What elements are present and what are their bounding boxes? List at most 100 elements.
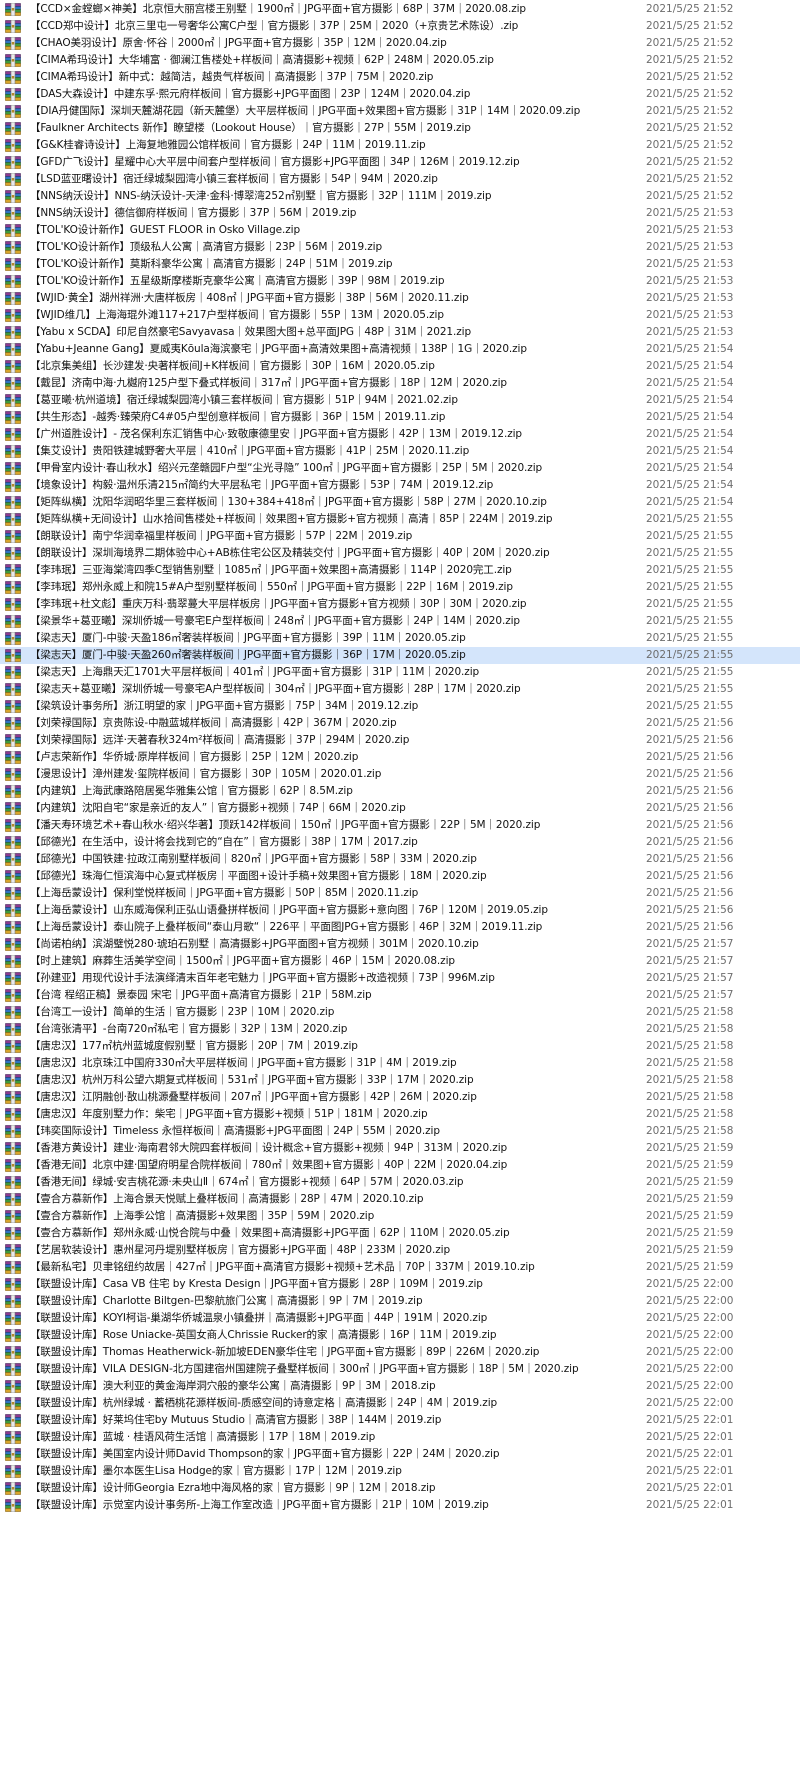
file-row[interactable]: 【DIA丹健国际】深圳天麓湖花园（新天麓堡）大平层样板间｜JPG平面+效果图+官… — [0, 103, 800, 120]
file-row[interactable]: 【上海岳蒙设计】山东威海保利正弘山语叠拼样板间｜JPG平面+官方摄影+意向图｜7… — [0, 902, 800, 919]
file-row[interactable]: 【联盟设计库】Thomas Heatherwick-新加坡EDEN豪华住宅｜JP… — [0, 1344, 800, 1361]
file-row[interactable]: 【TOL'KO设计新作】莫斯科豪华公寓｜高清官方摄影｜24P｜51M｜2019.… — [0, 256, 800, 273]
file-row[interactable]: 【联盟设计库】美国室内设计师David Thompson的家｜JPG平面+官方摄… — [0, 1446, 800, 1463]
file-row[interactable]: 【唐忠汉】江阴融创·敔山桃源叠墅样板间｜207㎡｜JPG平面+官方摄影｜42P｜… — [0, 1089, 800, 1106]
modified-date: 2021/5/25 21:56 — [646, 768, 734, 780]
file-row[interactable]: 【CCD郑中设计】北京三里屯一号奢华公寓C户型｜官方摄影｜37P｜25M｜202… — [0, 18, 800, 35]
file-row[interactable]: 【唐忠汉】北京珠江中国府330㎡大平层样板间｜JPG平面+官方摄影｜31P｜4M… — [0, 1055, 800, 1072]
file-row[interactable]: 【李玮珉】郑州永威上和院15#A户型别墅样板间｜550㎡｜JPG平面+官方摄影｜… — [0, 579, 800, 596]
file-row[interactable]: 【Yabu+Jeanne Gang】夏威夷Kōula海滨豪宅｜JPG平面+高清效… — [0, 341, 800, 358]
file-row[interactable]: 【壹合方慕新作】上海季公馆｜高清摄影+效果图｜35P｜59M｜2020.zip … — [0, 1208, 800, 1225]
file-row[interactable]: 【LSD蓝亚曙设计】宿迁绿城梨园湾小镇三套样板间｜官方摄影｜54P｜94M｜20… — [0, 171, 800, 188]
file-row[interactable]: 【唐忠汉】年度别墅力作：柴宅｜JPG平面+官方摄影+视频｜51P｜181M｜20… — [0, 1106, 800, 1123]
file-row[interactable]: 【邱德光】在生活中，设计将会找到它的“自在”｜官方摄影｜38P｜17M｜2017… — [0, 834, 800, 851]
file-row[interactable]: 【香港方黄设计】建业·海南君邻大院四套样板间｜设计概念+官方摄影+视频｜94P｜… — [0, 1140, 800, 1157]
file-row[interactable]: 【戴昆】济南中海·九樾府125户型下叠式样板间｜317㎡｜JPG平面+官方摄影｜… — [0, 375, 800, 392]
file-row[interactable]: 【甲骨室内设计·春山秋水】绍兴元垄赣园F户型“尘光寻隐” 100㎡｜JPG平面+… — [0, 460, 800, 477]
file-name: 【唐忠汉】年度别墅力作：柴宅｜JPG平面+官方摄影+视频｜51P｜181M｜20… — [30, 1108, 428, 1120]
file-row[interactable]: 【内建筑】上海武康路陪居冕华雅集公馆｜官方摄影｜62P｜8.5M.zip 202… — [0, 783, 800, 800]
file-row[interactable]: 【唐忠汉】杭州万科公望六期复式样板间｜531㎡｜JPG平面+官方摄影｜33P｜1… — [0, 1072, 800, 1089]
file-row[interactable]: 【梁筑设计事务所】浙江明望的家｜JPG平面+官方摄影｜75P｜34M｜2019.… — [0, 698, 800, 715]
file-row[interactable]: 【葛亚曦·杭州道境】宿迁绿城梨园湾小镇三套样板间｜官方摄影｜51P｜94M｜20… — [0, 392, 800, 409]
file-row[interactable]: 【孙建亚】用现代设计手法演绎清末百年老宅魅力｜JPG平面+官方摄影+改造视频｜7… — [0, 970, 800, 987]
file-row[interactable]: 【邱德光】中国铁建·拉政江南别墅样板间｜820㎡｜JPG平面+官方摄影｜58P｜… — [0, 851, 800, 868]
file-row[interactable]: 【集艾设计】贵阳铁建城野奢大平层｜410㎡｜JPG平面+官方摄影｜41P｜25M… — [0, 443, 800, 460]
file-row[interactable]: 【艺居软装设计】惠州星河丹堤别墅样板房｜官方摄影+JPG平面｜48P｜233M｜… — [0, 1242, 800, 1259]
file-row[interactable]: 【联盟设计库】墨尔本医生Lisa Hodge的家｜官方摄影｜17P｜12M｜20… — [0, 1463, 800, 1480]
file-row[interactable]: 【联盟设计库】澳大利亚的黄金海岸洞穴般的豪华公寓｜高清摄影｜9P｜3M｜2018… — [0, 1378, 800, 1395]
file-row[interactable]: 【梁志天+葛亚曦】深圳侨城一号豪宅A户型样板间｜304㎡｜JPG平面+官方摄影｜… — [0, 681, 800, 698]
file-row[interactable]: 【梁志天】上海鼎天汇1701大平层样板间｜401㎡｜JPG平面+官方摄影｜31P… — [0, 664, 800, 681]
file-row[interactable]: 【最新私宅】贝聿铭纽约故居｜427㎡｜JPG平面+高清官方摄影+视频+艺术品｜7… — [0, 1259, 800, 1276]
file-row[interactable]: 【李玮珉+杜文彪】重庆万科·翡翠蔓大平层样板房｜JPG平面+官方摄影+官方视频｜… — [0, 596, 800, 613]
file-row[interactable]: 【联盟设计库】蓝城 · 桂语风荷生活馆｜高清摄影｜17P｜18M｜2019.zi… — [0, 1429, 800, 1446]
file-row[interactable]: 【台湾工一设计】简单的生活｜官方摄影｜23P｜10M｜2020.zip 2021… — [0, 1004, 800, 1021]
modified-date: 2021/5/25 21:53 — [646, 224, 734, 236]
file-row[interactable]: 【GFD广飞设计】星耀中心大平层中间套户型样板间｜官方摄影+JPG平面图｜34P… — [0, 154, 800, 171]
file-row[interactable]: 【矩阵纵横+无间设计】山水拾间售楼处+样板间｜效果图+官方摄影+官方视频｜高清｜… — [0, 511, 800, 528]
file-row[interactable]: 【WJID·黄全】湖州祥洲·大唐样板房｜408㎡｜JPG平面+官方摄影｜38P｜… — [0, 290, 800, 307]
file-row[interactable]: 【CCD×金螳螂×神美】北京恒大丽宫楼王别墅｜1900㎡｜JPG平面+官方摄影｜… — [0, 1, 800, 18]
file-row[interactable]: 【尚诺柏纳】滨湖璧悦280·琥珀石别墅｜高清摄影+JPG平面图+官方视频｜301… — [0, 936, 800, 953]
file-row[interactable]: 【北京集美组】长沙建发·央著样板间J+K样板间｜官方摄影｜30P｜16M｜202… — [0, 358, 800, 375]
file-row[interactable]: 【台湾 程绍正稿】景泰园 宋宅｜JPG平面+高清官方摄影｜21P｜58M.zip… — [0, 987, 800, 1004]
modified-date: 2021/5/25 21:56 — [646, 921, 734, 933]
file-row[interactable]: 【联盟设计库】Charlotte Biltgen-巴黎航旅门公寓｜高清摄影｜9P… — [0, 1293, 800, 1310]
file-row[interactable]: 【Yabu x SCDA】印尼自然豪宅Savyavasa｜效果图大图+总平面JP… — [0, 324, 800, 341]
file-row[interactable]: 【刘荣禄国际】远洋·天著春秋324m²样板间｜高清摄影｜37P｜294M｜202… — [0, 732, 800, 749]
file-row[interactable]: 【梁志天】厦门-中骏·天盈186㎡奢装样板间｜JPG平面+官方摄影｜39P｜11… — [0, 630, 800, 647]
file-row[interactable]: 【内建筑】沈阳自宅“家是亲近的友人”｜官方摄影+视频｜74P｜66M｜2020.… — [0, 800, 800, 817]
modified-date: 2021/5/25 21:53 — [646, 241, 734, 253]
file-row[interactable]: 【联盟设计库】KOYI柯诣-巢湖华侨城温泉小镇叠拼｜高清摄影+JPG平面｜44P… — [0, 1310, 800, 1327]
file-row[interactable]: 【唐忠汉】177㎡杭州蓝城度假别墅｜官方摄影｜20P｜7M｜2019.zip 2… — [0, 1038, 800, 1055]
file-row[interactable]: 【TOL'KO设计新作】GUEST FLOOR in Osko Village.… — [0, 222, 800, 239]
file-row[interactable]: 【TOL'KO设计新作】顶级私人公寓｜高清官方摄影｜23P｜56M｜2019.z… — [0, 239, 800, 256]
file-row[interactable]: 【刘荣禄国际】京贵陈设-中融蓝城样板间｜高清摄影｜42P｜367M｜2020.z… — [0, 715, 800, 732]
file-row[interactable]: 【境象设计】构毅·温州乐清215㎡简约大平层私宅｜JPG平面+官方摄影｜53P｜… — [0, 477, 800, 494]
file-row[interactable]: 【朗联设计】深圳海境界二期体验中心+AB栋住宅公区及精装交付｜JPG平面+官方摄… — [0, 545, 800, 562]
modified-date: 2021/5/25 21:54 — [646, 411, 734, 423]
file-row[interactable]: 【TOL'KO设计新作】五星级斯摩楼斯克豪华公寓｜高清官方摄影｜39P｜98M｜… — [0, 273, 800, 290]
file-row[interactable]: 【李玮珉】三亚海棠湾四季C型销售别墅｜1085㎡｜JPG平面+效果图+高清摄影｜… — [0, 562, 800, 579]
file-row[interactable]: 【Faulkner Architects 新作】瞭望楼（Lookout Hous… — [0, 120, 800, 137]
file-row[interactable]: 【时上建筑】麻葬生活美学空间｜1500㎡｜JPG平面+官方摄影｜46P｜15M｜… — [0, 953, 800, 970]
file-row[interactable]: 【矩阵纵横】沈阳华润昭华里三套样板间｜130+384+418㎡｜JPG平面+官方… — [0, 494, 800, 511]
modified-date: 2021/5/25 21:52 — [646, 88, 734, 100]
file-row[interactable]: 【DAS大森设计】中建东孚·熙元府样板间｜官方摄影+JPG平面图｜23P｜124… — [0, 86, 800, 103]
file-row[interactable]: 【卢志荣新作】华侨城·原岸样板间｜官方摄影｜25P｜12M｜2020.zip 2… — [0, 749, 800, 766]
file-row[interactable]: 【香港无间】绿城·安吉桃花源·未央山Ⅱ｜674㎡｜官方摄影+视频｜64P｜57M… — [0, 1174, 800, 1191]
file-row[interactable]: 【壹合方慕新作】郑州永威·山悦合院与中叠｜效果图+高清摄影+JPG平面｜62P｜… — [0, 1225, 800, 1242]
file-row[interactable]: 【联盟设计库】Rose Uniacke-英国女商人Chrissie Rucker… — [0, 1327, 800, 1344]
file-row[interactable]: 【联盟设计库】设计师Georgia Ezra地中海风格的家｜官方摄影｜9P｜12… — [0, 1480, 800, 1497]
file-row[interactable]: 【NNS纳沃设计】德信御府样板间｜官方摄影｜37P｜56M｜2019.zip 2… — [0, 205, 800, 222]
file-row[interactable]: 【联盟设计库】好莱坞住宅by Mutuus Studio｜高清官方摄影｜38P｜… — [0, 1412, 800, 1429]
file-row[interactable]: 【共生形态】-越秀·臻荣府C4#05户型创意样板间｜官方摄影｜36P｜15M｜2… — [0, 409, 800, 426]
file-row[interactable]: 【壹合方慕新作】上海合景天悦赋上叠样板间｜高清摄影｜28P｜47M｜2020.1… — [0, 1191, 800, 1208]
file-row[interactable]: 【联盟设计库】VILA DESIGN-北方国建宿州国建院子叠墅样板间｜300㎡｜… — [0, 1361, 800, 1378]
file-row[interactable]: 【潘天寿环境艺术+春山秋水·绍兴华著】顶跃142样板间｜150㎡｜JPG平面+官… — [0, 817, 800, 834]
rar-archive-icon — [5, 1243, 21, 1258]
file-row[interactable]: 【邱德光】珠海仁恒滨海中心复式样板房｜平面图+设计手稿+效果图+官方摄影｜18M… — [0, 868, 800, 885]
file-row[interactable]: 【台湾张清平】-台南720㎡私宅｜官方摄影｜32P｜13M｜2020.zip 2… — [0, 1021, 800, 1038]
file-row[interactable]: 【广州道胜设计】- 茂名保利东汇销售中心·致敬康德里安｜JPG平面+官方摄影｜4… — [0, 426, 800, 443]
file-row[interactable]: 【WJID维几】上海海琨外滩117+217户型样板间｜官方摄影｜55P｜13M｜… — [0, 307, 800, 324]
file-name: 【DAS大森设计】中建东孚·熙元府样板间｜官方摄影+JPG平面图｜23P｜124… — [30, 88, 471, 100]
file-row[interactable]: 【梁志天】厦门-中骏·天盈260㎡奢装样板间｜JPG平面+官方摄影｜36P｜17… — [0, 647, 800, 664]
rar-archive-icon — [5, 750, 21, 765]
file-row[interactable]: 【漫思设计】漳州建发·玺院样板间｜官方摄影｜30P｜105M｜2020.01.z… — [0, 766, 800, 783]
file-row[interactable]: 【上海岳蒙设计】泰山院子上叠样板间“泰山月歌“｜226平｜平面图JPG+官方摄影… — [0, 919, 800, 936]
file-row[interactable]: 【CIMA希玛设计】大华埔富 · 御澜江售楼处+样板间｜高清摄影+视频｜62P｜… — [0, 52, 800, 69]
file-row[interactable]: 【联盟设计库】Casa VB 住宅 by Kresta Design｜JPG平面… — [0, 1276, 800, 1293]
file-row[interactable]: 【联盟设计库】杭州绿城 · 蓄栖桃花源样板间-质感空间的诗意定格｜高清摄影｜24… — [0, 1395, 800, 1412]
rar-archive-icon — [5, 1481, 21, 1496]
file-row[interactable]: 【CIMA希玛设计】新中式：越简洁，越贵气样板间｜高清摄影｜37P｜75M｜20… — [0, 69, 800, 86]
file-row[interactable]: 【联盟设计库】示觉室内设计事务所-上海工作室改造｜JPG平面+官方摄影｜21P｜… — [0, 1497, 800, 1514]
file-row[interactable]: 【玮奕国际设计】Timeless 永恒样板间｜高清摄影+JPG平面图｜24P｜5… — [0, 1123, 800, 1140]
file-row[interactable]: 【CHAO美羽设计】原舍·怀谷｜2000㎡｜JPG平面+官方摄影｜35P｜12M… — [0, 35, 800, 52]
file-row[interactable]: 【G&K桂睿诗设计】上海复地雅园公馆样板间｜官方摄影｜24P｜11M｜2019.… — [0, 137, 800, 154]
file-row[interactable]: 【NNS纳沃设计】NNS-纳沃设计-天津·金科·博翠湾252㎡别墅｜官方摄影｜3… — [0, 188, 800, 205]
file-row[interactable]: 【梁景华+葛亚曦】深圳侨城一号豪宅E户型样板间｜248㎡｜JPG平面+官方摄影｜… — [0, 613, 800, 630]
file-row[interactable]: 【上海岳蒙设计】保利堂悦样板间｜JPG平面+官方摄影｜50P｜85M｜2020.… — [0, 885, 800, 902]
file-row[interactable]: 【香港无间】北京中建·国望府明星合院样板间｜780㎡｜效果图+官方摄影｜40P｜… — [0, 1157, 800, 1174]
file-row[interactable]: 【朗联设计】南宁华润幸福里样板间｜JPG平面+官方摄影｜57P｜22M｜2019… — [0, 528, 800, 545]
